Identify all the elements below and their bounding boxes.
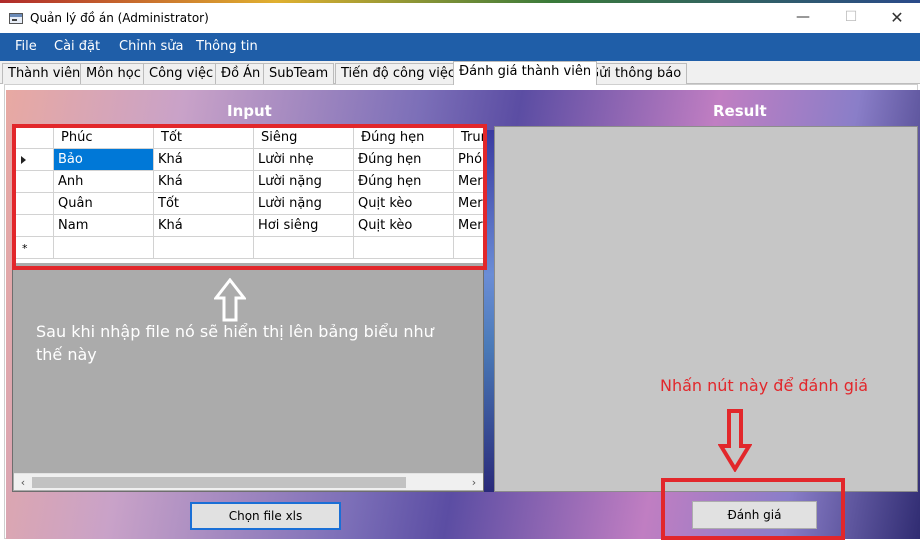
input-panel-title: Input (227, 102, 272, 120)
choose-file-button[interactable]: Chọn file xls (190, 502, 341, 530)
window-title: Quản lý đồ án (Administrator) (30, 11, 209, 25)
scroll-left-icon[interactable]: ‹ (16, 476, 30, 489)
annotation-highlight-grid (12, 124, 487, 270)
maximize-button[interactable]: ☐ (828, 3, 874, 31)
tab-projects[interactable]: Đồ Án (215, 63, 267, 84)
tab-members[interactable]: Thành viên (2, 63, 87, 84)
tab-strip: Thành viên Môn học Công việc Đồ Án SubTe… (0, 61, 920, 85)
evaluate-button[interactable]: Đánh giá (692, 501, 817, 529)
menu-info[interactable]: Thông tin (196, 39, 258, 54)
menu-settings[interactable]: Cài đặt (54, 39, 100, 54)
scroll-thumb[interactable] (32, 477, 406, 488)
annotation-left-note: Sau khi nhập file nó sẽ hiển thị lên bản… (36, 322, 434, 364)
menu-file[interactable]: File (15, 39, 37, 54)
down-arrow-icon (718, 409, 752, 472)
result-panel-title: Result (713, 102, 767, 120)
result-area (494, 126, 918, 492)
up-arrow-icon (214, 278, 246, 322)
tab-subteam[interactable]: SubTeam (263, 63, 335, 84)
menu-bar: File Cài đặt Chỉnh sửa Thông tin (0, 33, 920, 61)
annotation-right-note: Nhấn nút này để đánh giá (660, 376, 869, 395)
horizontal-scrollbar[interactable]: ‹ › (14, 473, 483, 490)
tab-send-notification[interactable]: Gửi thông báo (583, 63, 688, 84)
tab-progress[interactable]: Tiến độ công việc (335, 63, 462, 84)
scroll-right-icon[interactable]: › (467, 476, 481, 489)
tab-member-evaluation[interactable]: Đánh giá thành viên (453, 61, 598, 85)
menu-edit[interactable]: Chỉnh sửa (119, 39, 184, 54)
app-icon (9, 13, 23, 24)
tab-tasks[interactable]: Công việc (143, 63, 220, 84)
tab-subjects[interactable]: Môn học (80, 63, 147, 84)
close-button[interactable]: ✕ (874, 3, 920, 31)
minimize-button[interactable]: — (780, 3, 826, 31)
